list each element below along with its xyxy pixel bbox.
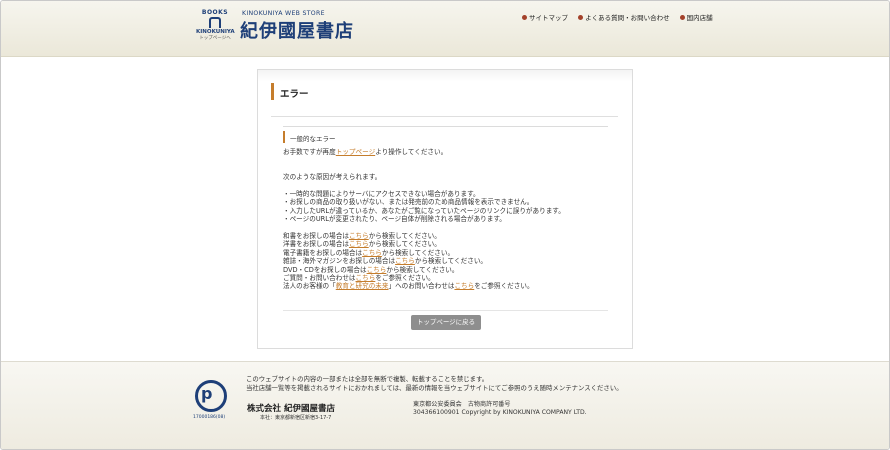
search-foreign-books-line: 洋書をお探しの場合はこちらから検索してください。: [283, 240, 441, 249]
magazines-search-link[interactable]: こちら: [395, 257, 415, 265]
privacy-mark-number: 17000186(08): [193, 415, 226, 420]
search-japanese-books-line: 和書をお探しの場合はこちらから検索してください。: [283, 231, 441, 240]
sitemap-link-label: サイトマップ: [529, 14, 568, 22]
search-dvd-cd-line: DVD・CDをお探しの場合はこちらから検索してください。: [283, 265, 459, 274]
domestic-stores-link-label: 国内店舗: [686, 14, 713, 22]
apology-line: お手数ですが再度トップページより操作してください。: [283, 148, 448, 156]
japanese-books-search-link[interactable]: こちら: [349, 232, 369, 240]
site-header: BOOKS KINOKUNIYA トップページへ KINOKUNIYA WEB …: [1, 1, 889, 57]
browser-frame: BOOKS KINOKUNIYA トップページへ KINOKUNIYA WEB …: [0, 0, 890, 450]
book-icon: [209, 17, 221, 28]
bullet-icon: [578, 15, 584, 20]
sitemap-link[interactable]: サイトマップ: [522, 14, 568, 22]
search-ebooks-line: 電子書籍をお探しの場合はこちらから検索してください。: [283, 248, 455, 257]
error-title: エラー: [271, 83, 618, 117]
footer-company-name: 株式会社 紀伊國屋書店: [247, 404, 335, 414]
footer-license: 東京都公安委員会 古物商許可番号 304366100901 Copyright …: [413, 401, 587, 416]
footer-address: 本社：東京都新宿区新宿3-17-7: [260, 415, 332, 421]
corporate-line: 法人のお客様の「教育と研究の未来」へのお問い合わせはこちらをご参照ください。: [283, 282, 534, 291]
logo-top-page-link[interactable]: トップページへ: [196, 35, 234, 41]
privacy-mark: p 17000186(08): [193, 376, 229, 422]
reasons-heading: 次のような原因が考えられます。: [283, 173, 382, 182]
kinokuniya-logo[interactable]: BOOKS KINOKUNIYA トップページへ: [196, 9, 235, 43]
error-panel: エラー 一般的なエラー お手数ですが再度トップページより操作してください。 次の…: [257, 69, 633, 349]
foreign-books-search-link[interactable]: こちら: [349, 240, 369, 248]
reason-item: ・お探しの商品の取り扱いがない、または発売前のため商品情報を表示できません。: [283, 198, 534, 207]
page-title: エラー: [280, 89, 309, 100]
store-name-english: KINOKUNIYA WEB STORE: [242, 10, 325, 17]
corporate-contact-link[interactable]: こちら: [454, 282, 474, 290]
domestic-stores-link[interactable]: 国内店舗: [679, 14, 713, 22]
faq-contact-link[interactable]: よくある質問・お問い合わせ: [578, 14, 670, 22]
ebooks-search-link[interactable]: こちら: [362, 249, 382, 257]
faq-contact-link-label: よくある質問・お問い合わせ: [585, 14, 670, 22]
contact-link[interactable]: こちら: [356, 274, 376, 282]
logo-books-text: BOOKS: [201, 9, 229, 16]
search-magazines-line: 雑誌・海外マガジンをお探しの場合はこちらから検索してください。: [283, 257, 488, 266]
error-message: お手数ですが再度トップページより操作してください。 次のような原因が考えられます…: [283, 148, 613, 291]
education-research-link[interactable]: 教育と研究の未来: [336, 282, 389, 290]
reason-item: ・入力したURLが違っているか、あなたがご覧になっていたページのリンクに誤りがあ…: [283, 206, 565, 215]
top-page-link[interactable]: トップページ: [336, 148, 375, 156]
dvd-cd-search-link[interactable]: こちら: [367, 266, 387, 274]
store-name-japanese[interactable]: 紀伊國屋書店: [240, 17, 354, 43]
footer-notice: このウェブサイトの内容の一部または全部を無断で複製、転載することを禁じます。 当…: [246, 375, 623, 392]
back-to-top-button[interactable]: トップページに戻る: [411, 315, 481, 330]
header-links: サイトマップ よくある質問・お問い合わせ 国内店舗: [522, 12, 721, 22]
reason-item: ・ページのURLが変更されたり、ページ自体が削除される場合があります。: [283, 215, 506, 224]
bullet-icon: [679, 15, 685, 20]
bullet-icon: [522, 15, 527, 20]
section-title: 一般的なエラー: [290, 135, 336, 143]
